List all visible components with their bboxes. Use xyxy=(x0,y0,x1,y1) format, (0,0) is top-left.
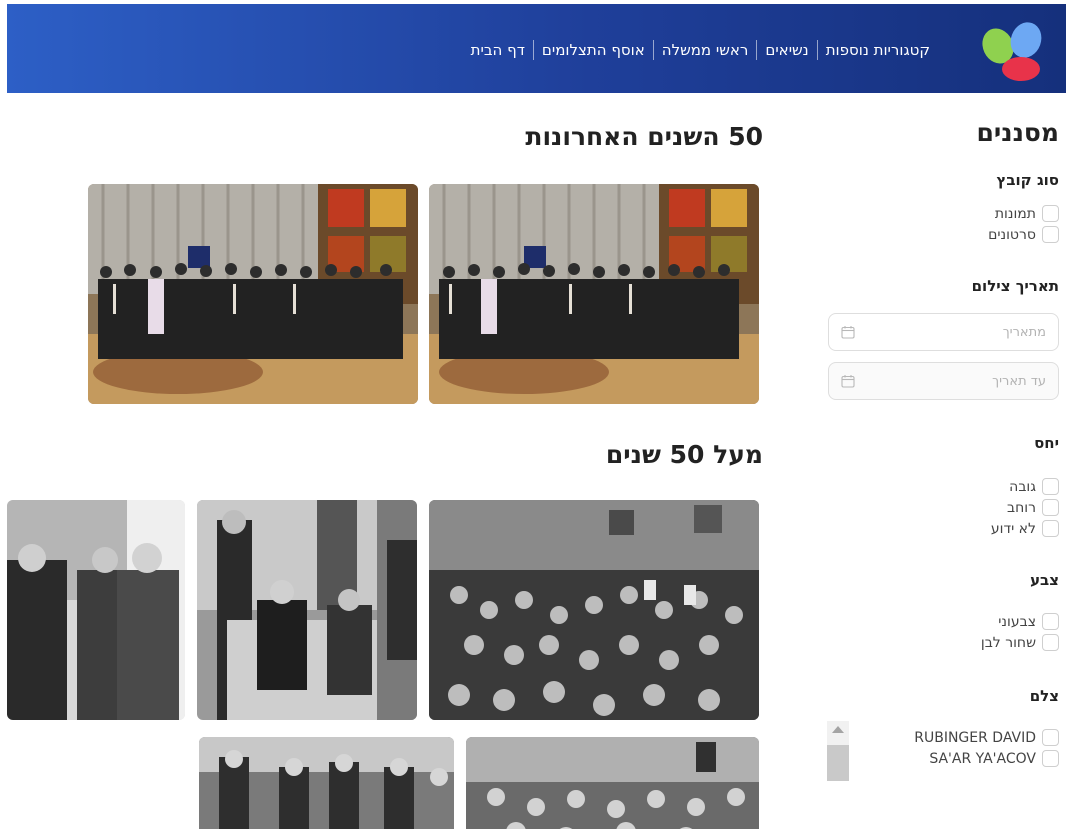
standing-men-photo-image xyxy=(7,500,185,720)
filter-option-color[interactable]: צבעוני xyxy=(827,611,1059,632)
nav-divider xyxy=(756,40,758,60)
photo-thumbnail[interactable] xyxy=(429,500,759,720)
option-label: רוחב xyxy=(1007,499,1036,516)
crowd-photo-image xyxy=(429,500,759,720)
filter-ratio: יחס גובה רוחב לא ידוע xyxy=(827,434,1059,539)
site-logo-icon[interactable] xyxy=(978,14,1048,84)
filter-color-title: צבע xyxy=(1030,571,1059,589)
nav-presidents[interactable]: נשיאים xyxy=(757,41,816,59)
filter-option-landscape[interactable]: רוחב xyxy=(827,497,1059,518)
filter-date-title: תאריך צילום xyxy=(971,277,1059,295)
checkbox[interactable] xyxy=(1042,613,1059,630)
nav-home[interactable]: דף הבית xyxy=(463,41,533,59)
filter-photographer-title: צלם xyxy=(1029,687,1059,705)
section-title-older: מעל 50 שנים xyxy=(605,440,763,469)
filter-option-unknown[interactable]: לא ידוע xyxy=(827,518,1059,539)
event-crowd-photo-image xyxy=(466,737,759,829)
scroll-up-icon[interactable] xyxy=(832,726,844,733)
photo-thumbnail[interactable] xyxy=(197,500,417,720)
filters-sidebar: מסננים סוג קובץ תמונות סרטונים תאריך ציל… xyxy=(827,118,1059,791)
option-label: צבעוני xyxy=(998,613,1036,630)
filter-photographer: צלם RUBINGER DAVID SA'AR YA'ACOV xyxy=(827,687,1059,781)
filter-option-videos[interactable]: סרטונים xyxy=(827,224,1059,245)
nav-divider xyxy=(816,40,818,60)
photo-thumbnail[interactable] xyxy=(88,184,418,404)
checkbox[interactable] xyxy=(1042,226,1059,243)
photo-thumbnail[interactable] xyxy=(199,737,454,829)
photographer-scrollbar[interactable] xyxy=(827,721,849,781)
option-label: SA'AR YA'ACOV xyxy=(929,750,1036,767)
checkbox[interactable] xyxy=(1042,478,1059,495)
checkbox[interactable] xyxy=(1042,634,1059,651)
nav-more-categories[interactable]: קטגוריות נוספות xyxy=(818,41,938,59)
photo-thumbnail[interactable] xyxy=(466,737,759,829)
checkbox[interactable] xyxy=(1042,499,1059,516)
filters-title: מסננים xyxy=(976,118,1059,147)
scroll-thumb[interactable] xyxy=(827,745,849,781)
date-from-input[interactable]: מתאריך xyxy=(828,313,1059,351)
filter-color: צבע צבעוני שחור לבן xyxy=(827,571,1059,653)
option-label: שחור לבן xyxy=(980,634,1036,651)
option-label: לא ידוע xyxy=(990,520,1036,537)
nav-divider xyxy=(532,40,534,60)
filter-option-photographer[interactable]: SA'AR YA'ACOV xyxy=(827,748,1059,769)
date-to-input[interactable]: עד תאריך xyxy=(828,362,1059,400)
filter-file-type: סוג קובץ תמונות סרטונים xyxy=(827,171,1059,245)
checkbox[interactable] xyxy=(1042,205,1059,222)
option-label: תמונות xyxy=(994,205,1036,222)
option-label: סרטונים xyxy=(988,226,1036,243)
calendar-icon xyxy=(841,375,855,388)
filter-option-portrait[interactable]: גובה xyxy=(827,476,1059,497)
photo-thumbnail[interactable] xyxy=(429,184,759,404)
section-title-recent: 50 השנים האחרונות xyxy=(525,122,763,151)
calendar-icon xyxy=(841,326,855,339)
nav-photo-collection[interactable]: אוסף התצלומים xyxy=(534,41,653,59)
group-photo-image xyxy=(429,184,759,404)
nav-prime-ministers[interactable]: ראשי ממשלה xyxy=(654,41,757,59)
site-header: דף הבית אוסף התצלומים ראשי ממשלה נשיאים … xyxy=(7,4,1066,93)
main-nav: דף הבית אוסף התצלומים ראשי ממשלה נשיאים … xyxy=(463,36,938,64)
checkbox[interactable] xyxy=(1042,750,1059,767)
street-crowd-photo-image xyxy=(199,737,454,829)
option-label: גובה xyxy=(1009,478,1036,495)
option-label: RUBINGER DAVID xyxy=(914,729,1036,746)
filter-file-type-title: סוג קובץ xyxy=(996,171,1059,189)
filter-option-images[interactable]: תמונות xyxy=(827,203,1059,224)
checkbox[interactable] xyxy=(1042,729,1059,746)
date-from-placeholder: מתאריך xyxy=(1002,324,1046,340)
photo-thumbnail[interactable] xyxy=(7,500,185,720)
filter-option-black-white[interactable]: שחור לבן xyxy=(827,632,1059,653)
nav-divider xyxy=(652,40,654,60)
filter-ratio-title: יחס xyxy=(1034,434,1059,452)
filter-date: תאריך צילום מתאריך עד תאריך xyxy=(827,277,1059,400)
date-to-placeholder: עד תאריך xyxy=(992,373,1046,389)
checkbox[interactable] xyxy=(1042,520,1059,537)
group-photo-image xyxy=(88,184,418,404)
seated-people-photo-image xyxy=(197,500,417,720)
filter-option-photographer[interactable]: RUBINGER DAVID xyxy=(827,727,1059,748)
